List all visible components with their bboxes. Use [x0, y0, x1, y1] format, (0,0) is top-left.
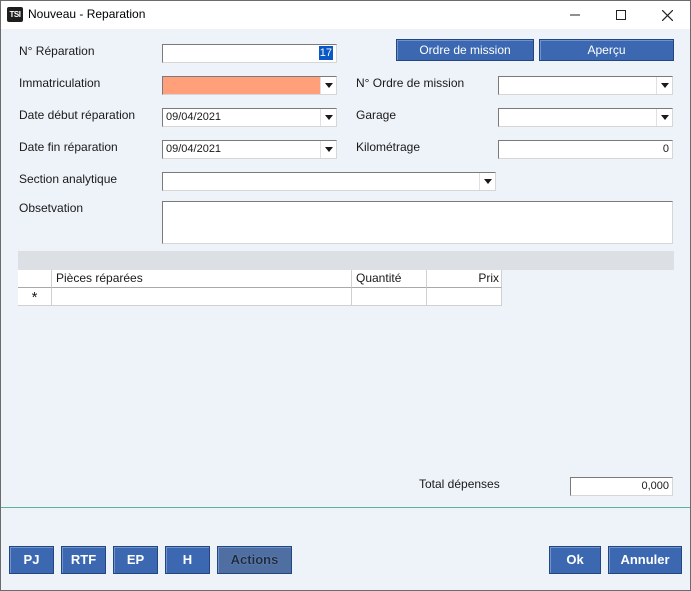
column-header-quantite[interactable]: Quantité: [352, 270, 427, 288]
cell-pieces[interactable]: [52, 288, 352, 306]
garage-combo[interactable]: [498, 108, 673, 127]
close-button[interactable]: [644, 1, 690, 29]
kilometrage-value: 0: [662, 143, 669, 155]
chevron-down-icon[interactable]: [320, 141, 336, 158]
actions-button[interactable]: Actions: [217, 546, 292, 574]
date-fin-picker[interactable]: 09/04/2021: [162, 140, 337, 159]
date-debut-label: Date début réparation: [19, 108, 136, 122]
num-reparation-label: N° Réparation: [19, 44, 95, 58]
total-depenses-value: 0,000: [641, 480, 669, 492]
app-icon: TSI: [7, 7, 23, 22]
total-depenses-field: 0,000: [570, 477, 673, 496]
cell-quantite[interactable]: [352, 288, 427, 306]
pj-button[interactable]: PJ: [9, 546, 54, 574]
kilometrage-label: Kilométrage: [356, 140, 421, 154]
apercu-button[interactable]: Aperçu: [539, 39, 674, 61]
date-fin-label: Date fin réparation: [19, 140, 118, 154]
ok-button[interactable]: Ok: [549, 546, 601, 574]
title-bar[interactable]: TSI Nouveau - Reparation: [1, 1, 690, 29]
section-analytique-label: Section analytique: [19, 172, 118, 186]
minimize-icon: [570, 14, 580, 16]
immatriculation-label: Immatriculation: [19, 76, 101, 90]
cell-prix[interactable]: [427, 288, 502, 306]
date-fin-value: 09/04/2021: [166, 143, 222, 155]
row-selector-header: [18, 270, 52, 288]
date-debut-value: 09/04/2021: [166, 111, 222, 123]
minimize-button[interactable]: [552, 1, 598, 29]
new-row-marker: *: [18, 288, 52, 306]
reparation-window: TSI Nouveau - Reparation N° Réparation I…: [0, 0, 691, 591]
chevron-down-icon[interactable]: [656, 109, 672, 126]
chevron-down-icon[interactable]: [479, 173, 495, 190]
section-analytique-combo[interactable]: [162, 172, 496, 191]
observation-label: Obsetvation: [19, 201, 84, 215]
observation-textarea[interactable]: [162, 201, 673, 244]
column-header-prix[interactable]: Prix: [427, 270, 502, 288]
maximize-icon: [616, 10, 626, 20]
num-reparation-value: 17: [318, 46, 333, 60]
rtf-button[interactable]: RTF: [61, 546, 106, 574]
column-header-pieces[interactable]: Pièces réparées: [52, 270, 352, 288]
chevron-down-icon[interactable]: [656, 77, 672, 94]
kilometrage-input[interactable]: 0: [498, 140, 673, 159]
maximize-button[interactable]: [598, 1, 644, 29]
annuler-button[interactable]: Annuler: [608, 546, 682, 574]
num-ordre-mission-combo[interactable]: [498, 76, 673, 95]
immatriculation-combo[interactable]: [162, 76, 337, 95]
chevron-down-icon[interactable]: [320, 109, 336, 126]
garage-label: Garage: [356, 108, 397, 122]
num-reparation-input[interactable]: 17: [162, 44, 337, 63]
grid-group-bar: [18, 251, 674, 270]
date-debut-picker[interactable]: 09/04/2021: [162, 108, 337, 127]
grid-header-row: Pièces réparées Quantité Prix: [18, 270, 502, 288]
chevron-down-icon[interactable]: [320, 77, 336, 94]
footer-separator: [1, 507, 690, 508]
h-button[interactable]: H: [165, 546, 210, 574]
window-title: Nouveau - Reparation: [28, 7, 146, 21]
total-depenses-label: Total dépenses: [419, 477, 500, 491]
ordre-de-mission-button[interactable]: Ordre de mission: [396, 39, 534, 61]
ep-button[interactable]: EP: [113, 546, 158, 574]
close-icon: [661, 9, 673, 21]
table-row[interactable]: *: [18, 288, 502, 306]
num-ordre-mission-label: N° Ordre de mission: [356, 76, 465, 90]
form-area: N° Réparation Immatriculation Date début…: [1, 29, 690, 590]
